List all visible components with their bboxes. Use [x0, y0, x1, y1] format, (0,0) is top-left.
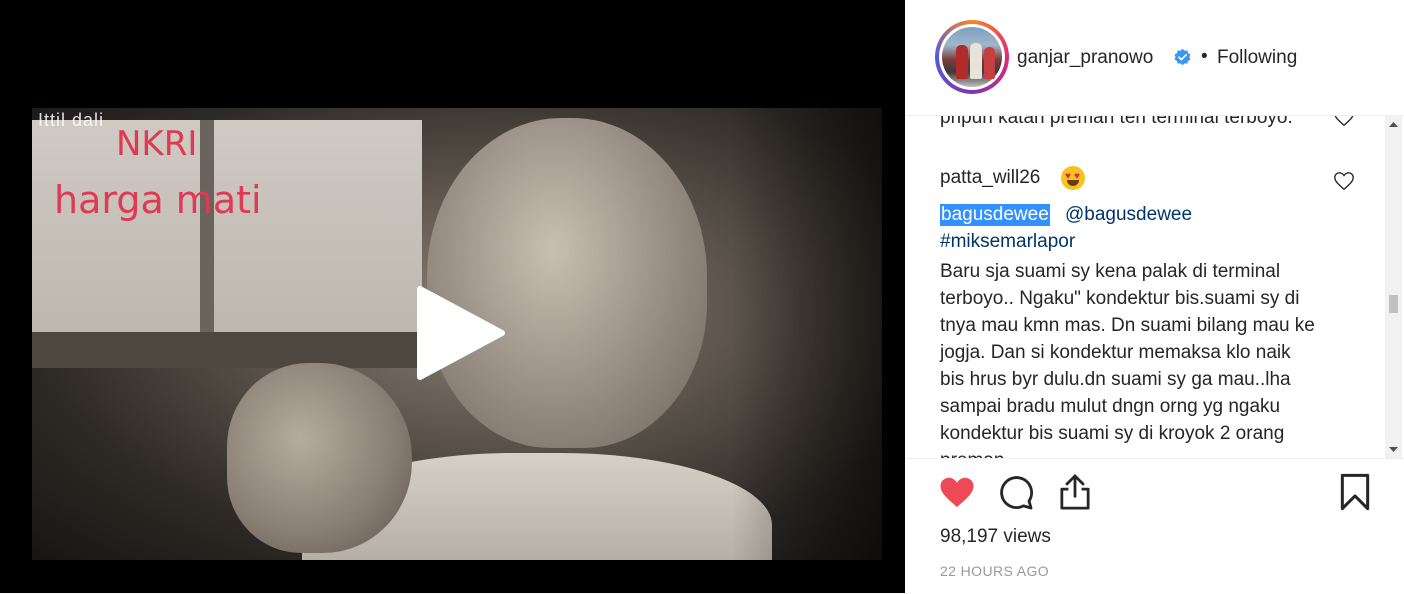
- post-username[interactable]: ganjar_pranowo: [1017, 47, 1153, 69]
- post-header: ganjar_pranowo • Following: [905, 0, 1404, 116]
- post-timestamp[interactable]: 22 HOURS AGO: [940, 563, 1049, 579]
- bookmark-icon[interactable]: [1339, 473, 1371, 511]
- video-player[interactable]: Ittil dali NKRI harga mati: [0, 0, 905, 593]
- share-icon[interactable]: [1057, 473, 1093, 511]
- views-count[interactable]: 98,197 views: [940, 526, 1051, 548]
- comment-bubble-icon[interactable]: [998, 475, 1034, 511]
- scroll-down-arrow-icon[interactable]: [1385, 441, 1402, 458]
- video-overlay-line2: harga mati: [54, 178, 262, 222]
- video-background-window: [32, 120, 422, 332]
- play-icon: [417, 286, 505, 380]
- play-button[interactable]: [408, 283, 508, 383]
- profile-avatar[interactable]: [935, 20, 1009, 94]
- video-shadow: [732, 108, 882, 560]
- comment-body: Baru sja suami sy kena palak di terminal…: [940, 261, 1315, 458]
- video-subject-hand: [227, 363, 412, 553]
- heart-eyes-emoji-icon: ♥ ♥: [1061, 166, 1085, 190]
- comments-scrollbar[interactable]: [1385, 116, 1402, 458]
- comments-list[interactable]: pripun katah preman teh terminal terboyo…: [905, 100, 1383, 458]
- header-separator: •: [1201, 46, 1208, 67]
- selected-mention[interactable]: bagusdewee: [940, 204, 1050, 226]
- verified-badge-icon: [1174, 48, 1191, 66]
- avatar-image: [942, 27, 1002, 87]
- video-background-sill: [32, 332, 452, 368]
- scrollbar-thumb[interactable]: [1389, 295, 1398, 313]
- comment-like-heart-icon[interactable]: [1333, 170, 1355, 192]
- following-button[interactable]: Following: [1217, 47, 1297, 69]
- post-panel: pripun katah preman teh terminal terboyo…: [905, 0, 1404, 594]
- comment-username[interactable]: patta_will26: [940, 167, 1040, 189]
- post-actions: 98,197 views 22 HOURS AGO: [905, 458, 1404, 594]
- scroll-up-arrow-icon[interactable]: [1385, 116, 1402, 133]
- mention-link[interactable]: @bagusdewee: [1065, 204, 1192, 226]
- video-overlay-line1: NKRI: [116, 124, 198, 164]
- video-overlay-top-text: Ittil dali: [38, 110, 105, 130]
- heart-filled-icon[interactable]: [939, 475, 975, 509]
- hashtag-link[interactable]: #miksemarlapor: [940, 231, 1075, 253]
